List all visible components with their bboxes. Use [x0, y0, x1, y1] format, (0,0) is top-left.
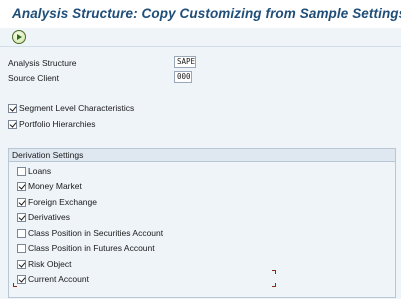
analysis-structure-label: Analysis Structure: [8, 58, 77, 68]
derivation-item-current-account[interactable]: Current Account: [17, 273, 89, 285]
class-position-securities-label: Class Position in Securities Account: [28, 228, 164, 238]
segment-level-characteristics-option[interactable]: Segment Level Characteristics: [8, 102, 134, 114]
segment-level-characteristics-label: Segment Level Characteristics: [19, 103, 135, 113]
derivation-item-foreign-exchange[interactable]: Foreign Exchange: [17, 196, 97, 208]
current-account-label: Current Account: [28, 274, 89, 284]
derivation-settings-group: Derivation Settings Loans Money Market F…: [8, 148, 396, 298]
derivatives-label: Derivatives: [28, 212, 71, 222]
derivation-item-derivatives[interactable]: Derivatives: [17, 211, 70, 223]
main-content: Analysis Structure SAPE Source Client 00…: [0, 47, 401, 299]
class-position-futures-checkbox[interactable]: [17, 243, 26, 253]
focus-marker-top-right: [272, 270, 276, 274]
page-title: Analysis Structure: Copy Customizing fro…: [12, 6, 401, 21]
derivation-item-money-market[interactable]: Money Market: [17, 180, 82, 192]
portfolio-hierarchies-option[interactable]: Portfolio Hierarchies: [8, 118, 96, 130]
portfolio-hierarchies-label: Portfolio Hierarchies: [19, 119, 96, 129]
foreign-exchange-checkbox[interactable]: [17, 197, 26, 207]
risk-object-checkbox[interactable]: [17, 259, 26, 269]
source-client-label: Source Client: [8, 73, 60, 83]
focus-marker-bottom-right: [272, 283, 276, 287]
money-market-label: Money Market: [28, 181, 82, 191]
portfolio-hierarchies-checkbox[interactable]: [8, 119, 17, 129]
loans-checkbox[interactable]: [17, 166, 26, 176]
title-bar: Analysis Structure: Copy Customizing fro…: [0, 0, 401, 28]
money-market-checkbox[interactable]: [17, 181, 26, 191]
derivation-item-class-position-futures[interactable]: Class Position in Futures Account: [17, 242, 155, 254]
source-client-input[interactable]: 000: [174, 71, 192, 83]
segment-level-characteristics-checkbox[interactable]: [8, 103, 17, 113]
application-toolbar: [0, 28, 401, 47]
execute-icon[interactable]: [12, 30, 26, 44]
class-position-securities-checkbox[interactable]: [17, 228, 26, 238]
risk-object-label: Risk Object: [28, 259, 72, 269]
class-position-futures-label: Class Position in Futures Account: [28, 243, 155, 253]
foreign-exchange-label: Foreign Exchange: [28, 197, 97, 207]
derivation-settings-title: Derivation Settings: [9, 149, 395, 162]
current-account-checkbox[interactable]: [17, 274, 26, 284]
focus-marker-bottom-left: [13, 283, 17, 287]
derivation-item-class-position-securities[interactable]: Class Position in Securities Account: [17, 227, 163, 239]
derivatives-checkbox[interactable]: [17, 212, 26, 222]
analysis-structure-input[interactable]: SAPE: [174, 56, 196, 68]
derivation-item-risk-object[interactable]: Risk Object: [17, 258, 71, 270]
derivation-item-loans[interactable]: Loans: [17, 165, 51, 177]
loans-label: Loans: [28, 166, 52, 176]
